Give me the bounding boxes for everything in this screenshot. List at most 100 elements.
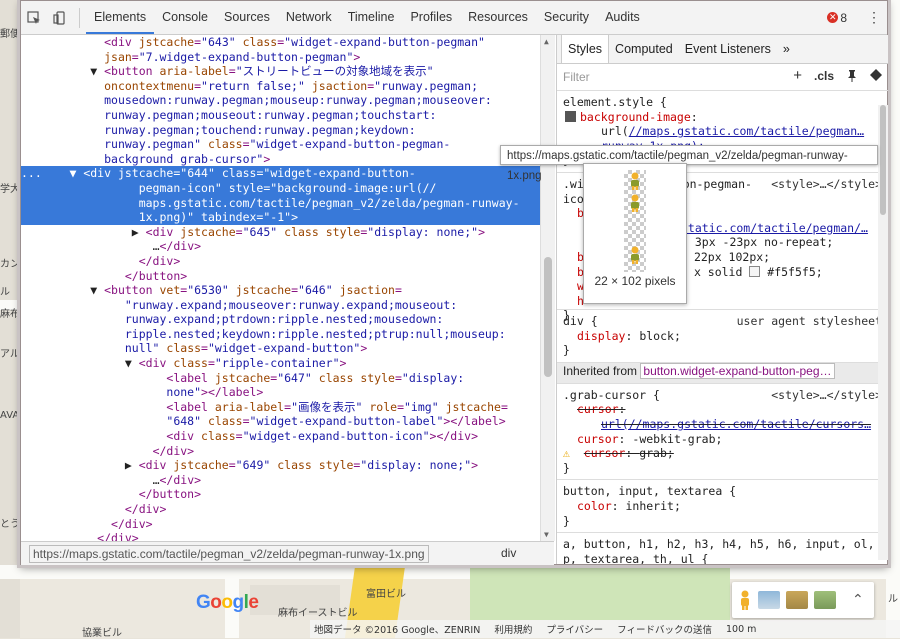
dom-attr[interactable]: aria-label — [215, 400, 284, 414]
dom-attr[interactable]: jstcache — [215, 371, 270, 385]
property-name[interactable]: background-image — [580, 110, 691, 124]
tab-timeline[interactable]: Timeline — [340, 1, 403, 34]
dom-val[interactable]: "widget-expand-button-icon" — [243, 429, 430, 443]
filter-input[interactable]: Filter — [563, 70, 590, 85]
dom-attr[interactable]: class — [208, 137, 243, 151]
dom-node-line[interactable]: </div> — [21, 254, 540, 269]
dom-node-line[interactable]: …</div> — [21, 239, 540, 254]
property-value[interactable]: grab; — [639, 446, 674, 460]
dom-val[interactable]: none" — [166, 385, 201, 399]
property-value[interactable]: ) 3px -23px no-repeat; — [681, 235, 833, 249]
property-name[interactable]: cursor — [584, 446, 626, 460]
dom-node-line[interactable]: ▶ <div jstcache="649" class style="displ… — [21, 458, 540, 473]
dom-val[interactable]: "display: — [402, 371, 464, 385]
dom-node-selected[interactable]: 1x.png)" tabindex="-1"> — [21, 210, 540, 225]
dom-val[interactable]: "644" — [180, 166, 215, 180]
dom-node-line[interactable]: ▼ <button aria-label="ストリートビューの対象地域を表示" — [21, 64, 540, 79]
new-rule-icon[interactable]: + — [793, 68, 802, 86]
dom-node-line[interactable]: runway.pegman;touchend:runway.pegman;key… — [21, 123, 540, 138]
expand-triangle-icon[interactable]: ▼ — [90, 283, 104, 297]
dom-node-selected[interactable]: maps.gstatic.com/tactile/pegman_v2/zelda… — [21, 195, 540, 211]
dom-attr[interactable]: class — [201, 429, 236, 443]
dom-val[interactable]: runway.expand;ptrdown:ripple.nested;mous… — [125, 312, 444, 326]
property-name[interactable]: color — [577, 499, 612, 513]
dom-attr[interactable]: jsaction — [312, 79, 367, 93]
privacy-link[interactable]: プライバシー — [546, 622, 603, 636]
dom-attr[interactable]: class — [173, 356, 208, 370]
dom-node-selected[interactable]: ... ▼ <div jstcache="644" class="widget-… — [21, 166, 540, 181]
imagery-thumbnail[interactable] — [814, 591, 836, 609]
pin-icon[interactable] — [846, 69, 858, 86]
dom-attr[interactable]: oncontextmenu — [104, 79, 194, 93]
dom-node-line[interactable]: …</div> — [21, 473, 540, 488]
dom-val[interactable]: "widget-expand-button-pegman- — [250, 137, 451, 151]
dom-node-line[interactable]: <div class="widget-expand-button-icon"><… — [21, 429, 540, 444]
dom-node-line[interactable]: ▼ <div class="ripple-container"> — [21, 356, 540, 371]
dom-val[interactable]: "return false;" — [201, 79, 305, 93]
dom-node-line[interactable]: mousedown:runway.pegman;mouseup:runway.p… — [21, 93, 540, 108]
dom-val[interactable]: null" — [125, 341, 160, 355]
dom-val[interactable]: "645" — [243, 225, 278, 239]
more-menu-icon[interactable]: ⋮ — [861, 9, 887, 26]
dom-node-line[interactable]: </button> — [21, 487, 540, 502]
property-name[interactable]: cursor — [577, 402, 619, 416]
dom-node-line[interactable]: none"></label> — [21, 385, 540, 400]
dom-node-line[interactable]: <div jstcache="643" class="widget-expand… — [21, 35, 540, 50]
color-format-icon[interactable] — [870, 69, 882, 86]
dom-val[interactable]: runway.pegman" — [104, 137, 201, 151]
dom-attr[interactable]: class — [277, 458, 312, 472]
dom-node-line[interactable]: runway.pegman" class="widget-expand-butt… — [21, 137, 540, 152]
dom-val[interactable]: maps.gstatic.com/tactile/pegman_v2/zelda… — [139, 196, 520, 210]
dom-attr[interactable]: style — [326, 225, 361, 239]
dom-attr[interactable]: class — [243, 35, 278, 49]
tab-console[interactable]: Console — [154, 1, 216, 34]
dom-val[interactable]: "runway.pegman; — [374, 79, 478, 93]
inspect-element-icon[interactable] — [21, 1, 47, 34]
dom-node-line[interactable]: background grab-cursor"> — [21, 152, 540, 167]
dom-val[interactable]: pegman-icon" — [139, 181, 222, 195]
dom-node-line[interactable]: runway.expand;ptrdown:ripple.nested;mous… — [21, 312, 540, 327]
dom-val[interactable]: "widget-expand-button- — [263, 166, 415, 180]
tab-elements[interactable]: Elements — [86, 1, 155, 34]
property-name[interactable]: cursor — [577, 432, 619, 446]
dom-attr[interactable]: style — [319, 458, 354, 472]
dom-node-line[interactable]: </button> — [21, 269, 540, 284]
property-value[interactable]: url( — [601, 124, 629, 138]
dom-attr[interactable]: aria-label — [160, 64, 229, 78]
dom-attr[interactable]: role — [369, 400, 397, 414]
google-logo[interactable]: Google — [196, 592, 259, 614]
dom-val[interactable]: "6530" — [187, 283, 229, 297]
scrollbar-thumb[interactable] — [880, 105, 886, 215]
url-link[interactable]: static.com/tactile/pegman/… — [681, 221, 868, 235]
dom-node-line[interactable]: </div> — [21, 531, 540, 541]
dom-attr[interactable]: class — [166, 341, 201, 355]
dom-node-line[interactable]: "648" class="widget-expand-button-label"… — [21, 414, 540, 429]
dom-node-line[interactable]: </div> — [21, 517, 540, 532]
expand-triangle-icon[interactable]: ▼ — [125, 356, 139, 370]
chevron-up-icon[interactable]: ⌃ — [852, 592, 864, 608]
rule-source-link[interactable]: <style>…</style> — [771, 177, 882, 192]
expand-triangle-icon[interactable]: ▼ — [90, 64, 104, 78]
tab-sources[interactable]: Sources — [216, 1, 278, 34]
dom-val[interactable]: "runway.expand;mouseover:runway.expand;m… — [125, 298, 457, 312]
dom-node-line[interactable]: null" class="widget-expand-button"> — [21, 341, 540, 356]
dom-node-line[interactable]: jsan="7.widget-expand-button-pegman"> — [21, 50, 540, 65]
collapse-triangle-icon[interactable]: ▶ — [132, 225, 146, 239]
tab-event-listeners[interactable]: Event Listeners — [679, 35, 777, 63]
feedback-link[interactable]: フィードバックの送信 — [617, 622, 712, 636]
property-value[interactable]: inherit; — [625, 499, 680, 513]
property-checkbox[interactable] — [565, 110, 576, 122]
dom-val[interactable]: "643" — [201, 35, 236, 49]
dom-attr[interactable]: class — [319, 371, 354, 385]
tab-audits[interactable]: Audits — [597, 1, 648, 34]
scroll-down-icon[interactable]: ▼ — [544, 530, 549, 539]
pegman-icon[interactable] — [738, 590, 752, 610]
elements-tree[interactable]: <div jstcache="643" class="widget-expand… — [21, 35, 540, 541]
dom-attr[interactable]: jstcache — [118, 166, 173, 180]
imagery-thumbnail[interactable] — [786, 591, 808, 609]
dom-node-line[interactable]: <label aria-label="画像を表示" role="img" jst… — [21, 400, 540, 415]
rule-source-link[interactable]: <style>…</style> — [771, 388, 882, 403]
dom-attr[interactable]: jstcache — [180, 225, 235, 239]
dom-attr[interactable]: style — [360, 371, 395, 385]
dom-attr[interactable]: class — [284, 225, 319, 239]
